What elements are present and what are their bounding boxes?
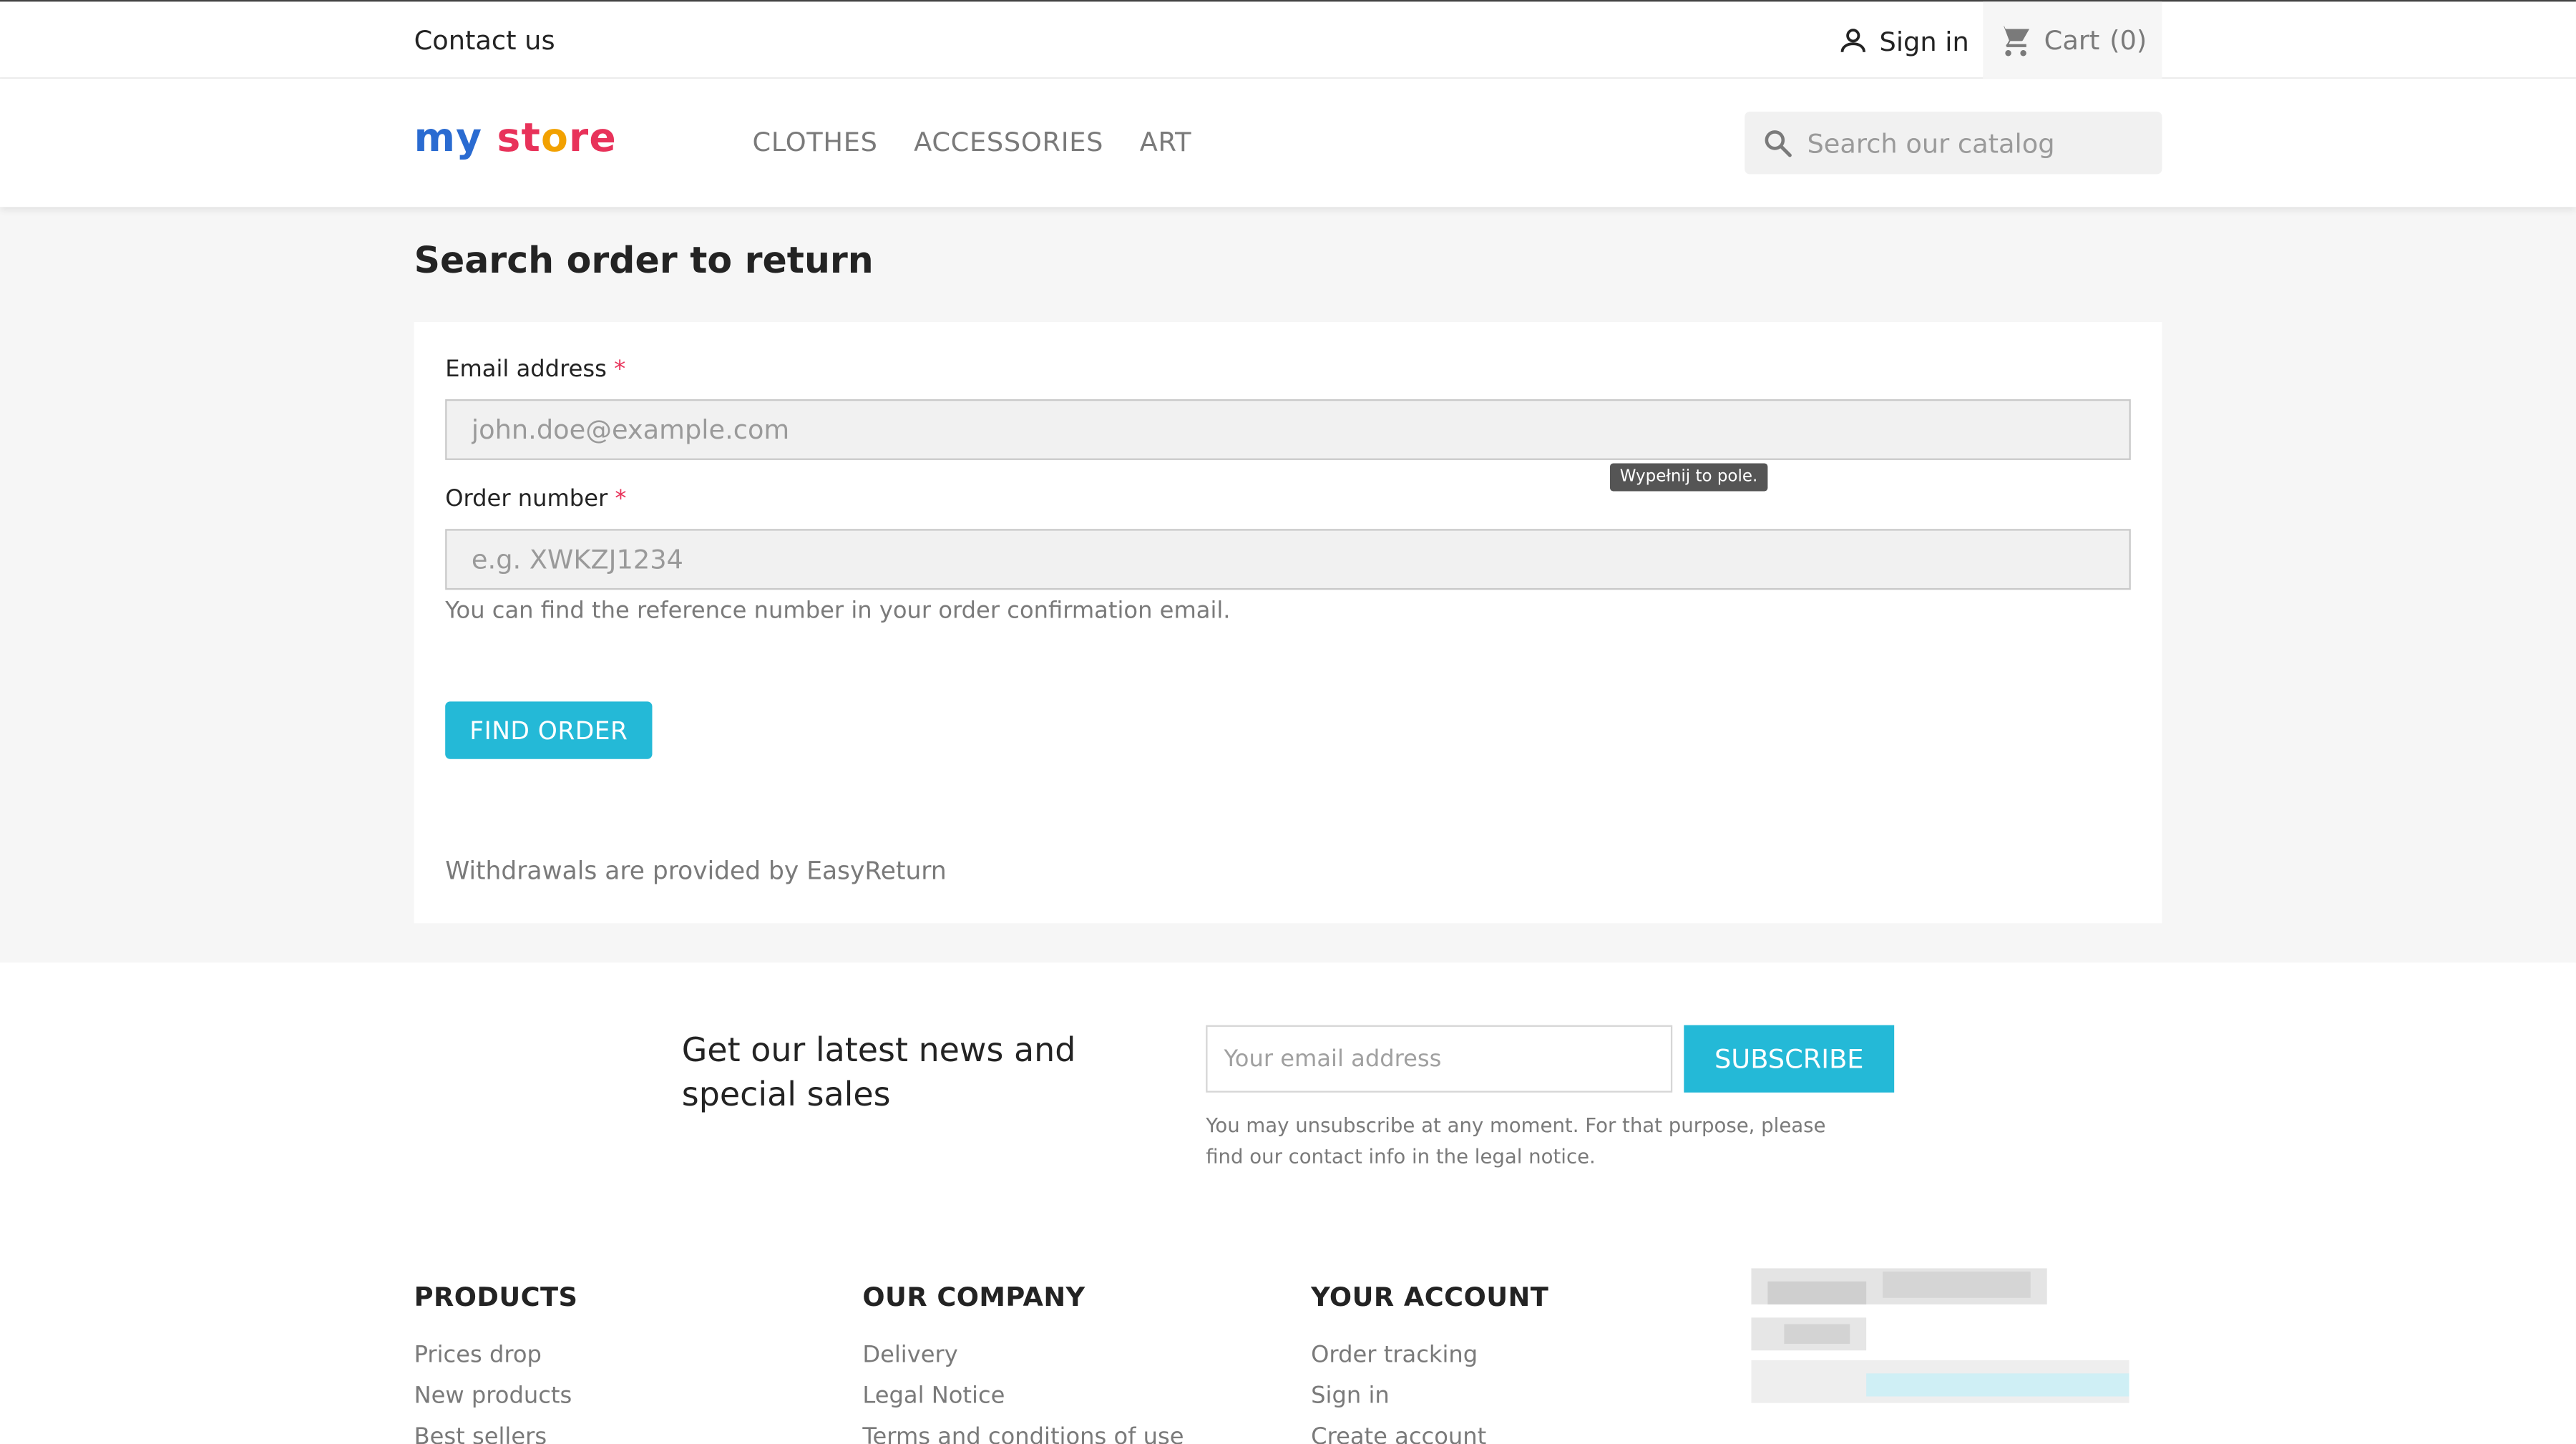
contact-us-link[interactable]: Contact us [414, 24, 555, 56]
email-label: Email address * [445, 356, 625, 383]
header: my store CLOTHES ACCESSORIES ART [0, 79, 2576, 208]
newsletter-note: You may unsubscribe at any moment. For t… [1206, 1113, 1826, 1169]
cart-button[interactable]: Cart (0) [1983, 1, 2162, 79]
newsletter-email-input[interactable] [1206, 1025, 1673, 1093]
subscribe-button[interactable]: SUBSCRIBE [1684, 1025, 1895, 1093]
footer-products: PRODUCTS Prices drop New products Best s… [414, 1282, 578, 1444]
validation-tooltip: Wypełnij to pole. [1609, 463, 1768, 492]
footer-link[interactable]: Terms and conditions of use [862, 1418, 1184, 1444]
return-form-card: Email address * Wypełnij to pole. Order … [414, 321, 2162, 924]
footer-products-title: PRODUCTS [414, 1281, 578, 1313]
order-label-text: Order number [445, 486, 608, 513]
provider-note: Withdrawals are provided by EasyReturn [445, 856, 947, 886]
menu-item-accessories[interactable]: ACCESSORIES [914, 127, 1103, 158]
search-input[interactable] [1807, 127, 2136, 159]
store-logo[interactable]: my store [414, 115, 617, 161]
footer: Get our latest news and special sales SU… [0, 962, 2576, 1444]
email-label-text: Email address [445, 356, 607, 383]
cart-count: (0) [2109, 24, 2147, 57]
sign-in-label: Sign in [1879, 25, 1969, 57]
footer-account: YOUR ACCOUNT Order tracking Sign in Crea… [1311, 1282, 1548, 1444]
required-mark: * [615, 486, 627, 513]
page: Contact us Sign in Cart (0) my store CLO… [0, 0, 2576, 1444]
footer-link[interactable]: Sign in [1311, 1377, 1548, 1418]
footer-company: OUR COMPANY Delivery Legal Notice Terms … [862, 1282, 1184, 1444]
footer-link[interactable]: Prices drop [414, 1336, 578, 1377]
cart-icon [1999, 25, 2030, 56]
cart-label: Cart [2044, 24, 2100, 57]
order-help-text: You can find the reference number in you… [445, 597, 1231, 625]
user-icon [1840, 29, 1865, 52]
logo-part: my [414, 114, 483, 161]
menu-item-art[interactable]: ART [1140, 127, 1192, 158]
logo-part: o [540, 114, 570, 161]
order-number-field[interactable] [445, 529, 2131, 590]
footer-link[interactable]: Delivery [862, 1336, 1184, 1377]
find-order-button[interactable]: FIND ORDER [445, 701, 653, 759]
footer-link[interactable]: Legal Notice [862, 1377, 1184, 1418]
footer-link[interactable]: Best sellers [414, 1418, 578, 1444]
logo-part: re [569, 114, 617, 161]
menu-item-clothes[interactable]: CLOTHES [753, 127, 878, 158]
newsletter-title: Get our latest news and special sales [681, 1030, 1076, 1114]
footer-company-title: OUR COMPANY [862, 1281, 1085, 1313]
search-icon[interactable] [1761, 127, 1794, 160]
footer-link[interactable]: New products [414, 1377, 578, 1418]
blurred-store-info [1751, 1268, 2129, 1433]
footer-link[interactable]: Create account [1311, 1418, 1548, 1444]
main-menu: CLOTHES ACCESSORIES ART [753, 127, 1192, 158]
email-field[interactable] [445, 399, 2131, 460]
footer-account-title: YOUR ACCOUNT [1311, 1281, 1549, 1313]
sign-in-link[interactable]: Sign in [1837, 24, 1969, 57]
footer-link[interactable]: Order tracking [1311, 1336, 1548, 1377]
top-nav: Contact us Sign in Cart (0) [0, 0, 2576, 79]
search-box [1745, 112, 2162, 175]
page-title: Search order to return [414, 241, 874, 283]
order-label: Order number * [445, 487, 626, 513]
required-mark: * [614, 356, 626, 383]
logo-part: st [497, 114, 541, 161]
